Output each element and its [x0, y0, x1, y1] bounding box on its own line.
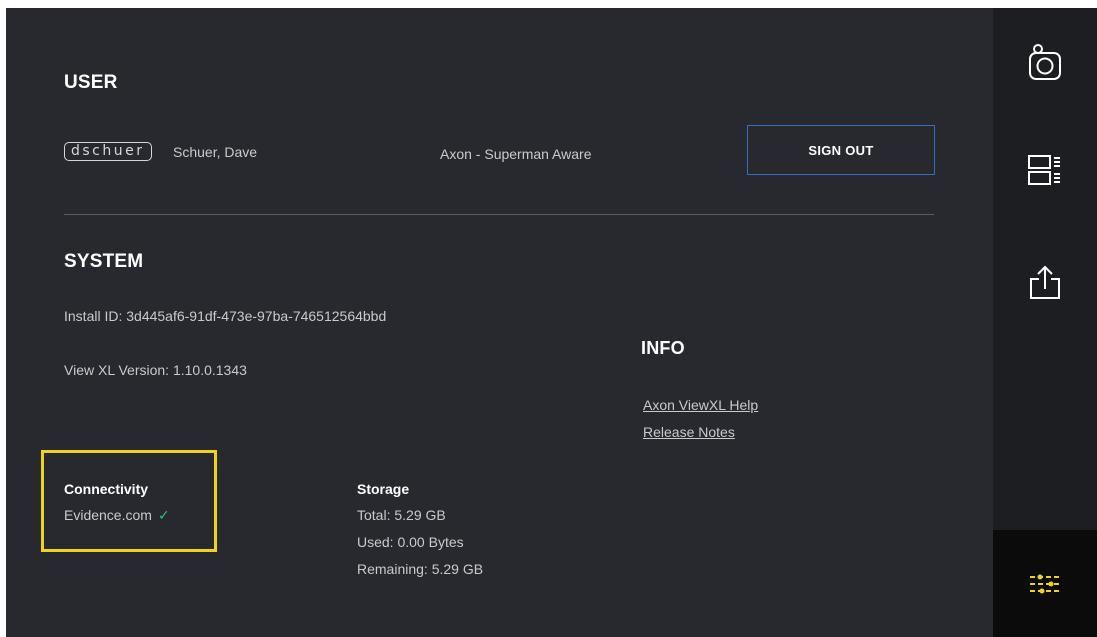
storage-remaining: Remaining: 5.29 GB: [357, 561, 484, 577]
system-section-title: SYSTEM: [64, 251, 144, 272]
app-window: USER dschuer Schuer, Dave Axon - Superma…: [6, 8, 1097, 637]
rail-button-export[interactable]: [993, 233, 1097, 333]
storage-total: Total: 5.29 GB: [357, 507, 446, 523]
user-full-name: Schuer, Dave: [173, 144, 258, 160]
sign-out-button[interactable]: SIGN OUT: [747, 125, 935, 175]
camera-device-icon: [1029, 44, 1061, 80]
rail-button-devices[interactable]: [993, 13, 1097, 113]
app-version: View XL Version: 1.10.0.1343: [64, 362, 247, 378]
release-notes-link[interactable]: Release Notes: [643, 424, 735, 440]
checkmark-icon: ✓: [157, 507, 170, 523]
storage-title: Storage: [357, 481, 410, 497]
connectivity-title: Connectivity: [64, 481, 149, 497]
connectivity-status-label: Evidence.com: [64, 507, 152, 523]
export-share-icon: [1030, 265, 1060, 299]
icon-rail: [993, 8, 1097, 637]
rail-button-settings[interactable]: [993, 530, 1097, 637]
user-section-title: USER: [64, 72, 118, 93]
storage-used: Used: 0.00 Bytes: [357, 534, 464, 550]
connectivity-highlight: [41, 450, 217, 552]
section-divider: [64, 214, 934, 215]
layout-list-icon: [1028, 155, 1060, 185]
install-id: Install ID: 3d445af6-91df-473e-97ba-7465…: [64, 308, 387, 324]
connectivity-status: Evidence.com ✓: [64, 507, 170, 524]
settings-sliders-icon: [1030, 574, 1060, 593]
username-badge: dschuer: [64, 142, 152, 161]
settings-panel: USER dschuer Schuer, Dave Axon - Superma…: [6, 8, 993, 637]
info-section-title: INFO: [641, 338, 685, 358]
help-link[interactable]: Axon ViewXL Help: [643, 397, 758, 413]
user-organization: Axon - Superman Aware: [440, 146, 592, 162]
rail-button-layout[interactable]: [993, 120, 1097, 220]
